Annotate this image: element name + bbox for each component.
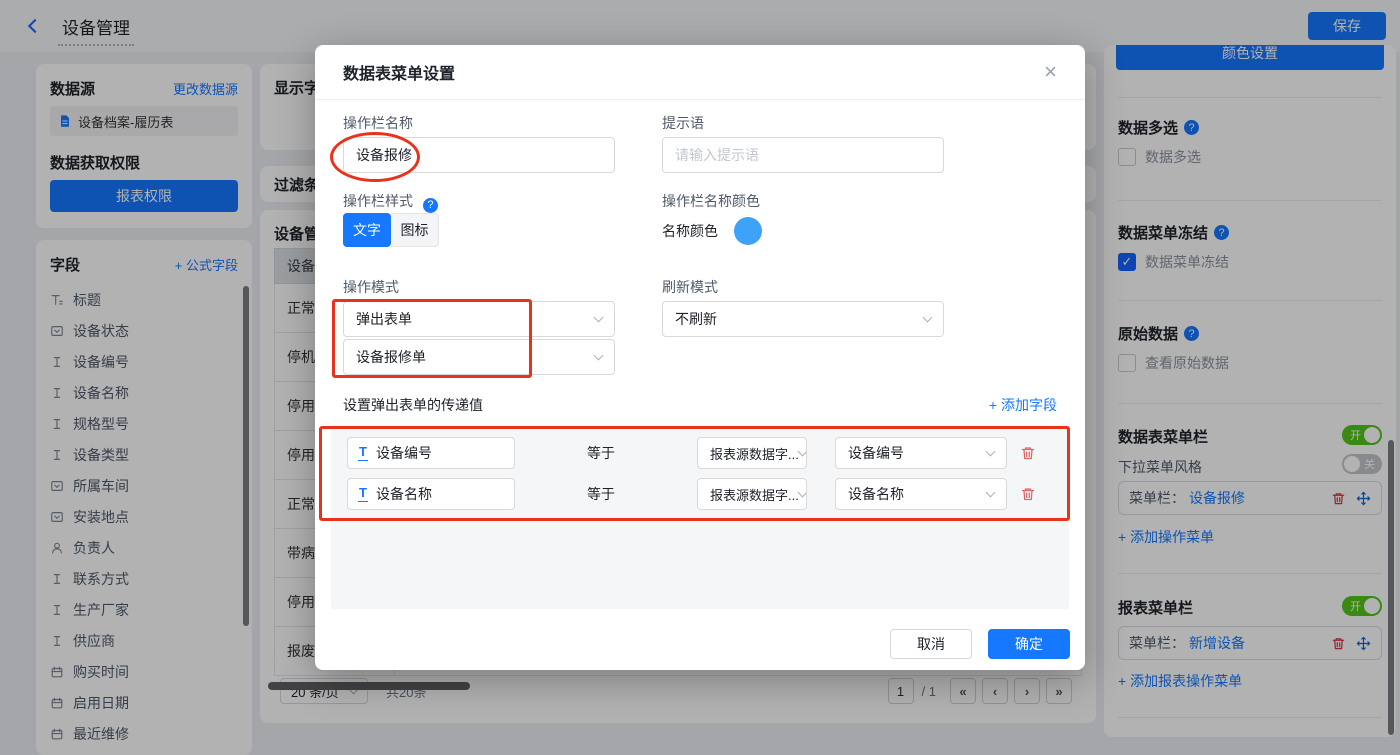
- dialog-title: 数据表菜单设置: [343, 66, 456, 83]
- action-name-input[interactable]: [343, 137, 615, 173]
- app-window: 设备管理 保存 数据源 更改数据源 设备档案-履历表 数据获取权限 报表权限 字…: [0, 0, 1400, 755]
- trash-icon[interactable]: [1020, 486, 1036, 502]
- name-color-swatch[interactable]: [734, 217, 762, 245]
- transfer-values-title: 设置弹出表单的传递值: [343, 397, 483, 413]
- field-name: 设备名称: [375, 486, 432, 502]
- action-style-label: 操作栏样式 ?: [343, 191, 438, 213]
- help-icon[interactable]: ?: [422, 197, 438, 213]
- table-menu-settings-dialog: 数据表菜单设置 × 操作栏名称 提示语 操作栏样式 ? 操作栏名称颜色 文字 图…: [315, 45, 1085, 670]
- add-field-link[interactable]: + 添加字段: [989, 395, 1057, 415]
- select-value: 报表源数据字...: [710, 487, 799, 503]
- cancel-button[interactable]: 取消: [890, 629, 972, 659]
- field-name: 设备编号: [375, 445, 432, 461]
- source-type-select[interactable]: 报表源数据字...: [697, 478, 807, 510]
- select-value: 设备编号: [848, 445, 904, 461]
- tab-text[interactable]: 文字: [343, 213, 391, 247]
- text-field-icon: T: [358, 485, 368, 502]
- operator-label: 等于: [587, 445, 615, 461]
- chevron-down-icon: [593, 350, 604, 360]
- transfer-row: T 设备名称 等于 报表源数据字... 设备名称: [347, 478, 1053, 510]
- operator-label: 等于: [587, 486, 615, 502]
- action-name-color-label: 操作栏名称颜色: [662, 193, 760, 209]
- chevron-down-icon: [922, 312, 933, 322]
- field-name-box[interactable]: T 设备编号: [347, 437, 515, 469]
- chevron-down-icon: [593, 312, 604, 322]
- ok-button[interactable]: 确定: [988, 629, 1070, 659]
- action-name-label: 操作栏名称: [343, 115, 413, 131]
- tip-label: 提示语: [662, 115, 704, 131]
- select-value: 设备名称: [848, 486, 904, 502]
- operation-mode-select[interactable]: 弹出表单: [343, 301, 615, 337]
- source-type-select[interactable]: 报表源数据字...: [697, 437, 807, 469]
- close-icon[interactable]: ×: [1044, 61, 1057, 83]
- source-field-select[interactable]: 设备编号: [835, 437, 1007, 469]
- text-field-icon: T: [358, 444, 368, 461]
- trash-icon[interactable]: [1020, 445, 1036, 461]
- select-value: 弹出表单: [356, 311, 412, 327]
- tab-icon[interactable]: 图标: [391, 213, 439, 247]
- field-name-box[interactable]: T 设备名称: [347, 478, 515, 510]
- style-tabs: 文字 图标: [343, 213, 439, 247]
- refresh-mode-label: 刷新模式: [662, 279, 718, 295]
- action-style-label-text: 操作栏样式: [343, 193, 413, 209]
- target-form-select[interactable]: 设备报修单: [343, 339, 615, 375]
- refresh-mode-select[interactable]: 不刷新: [662, 301, 944, 337]
- source-field-select[interactable]: 设备名称: [835, 478, 1007, 510]
- chevron-down-icon: [985, 487, 996, 497]
- transfer-row: T 设备编号 等于 报表源数据字... 设备编号: [347, 437, 1053, 469]
- select-value: 不刷新: [675, 311, 717, 327]
- operation-mode-label: 操作模式: [343, 279, 399, 295]
- chevron-down-icon: [985, 446, 996, 456]
- select-value: 设备报修单: [356, 349, 426, 365]
- name-color-label: 名称颜色: [662, 223, 718, 239]
- select-value: 报表源数据字...: [710, 446, 799, 462]
- tip-input[interactable]: [662, 137, 944, 173]
- transfer-values-panel: T 设备编号 等于 报表源数据字... 设备编号 T 设备名称 等于 报表源数据…: [331, 425, 1069, 609]
